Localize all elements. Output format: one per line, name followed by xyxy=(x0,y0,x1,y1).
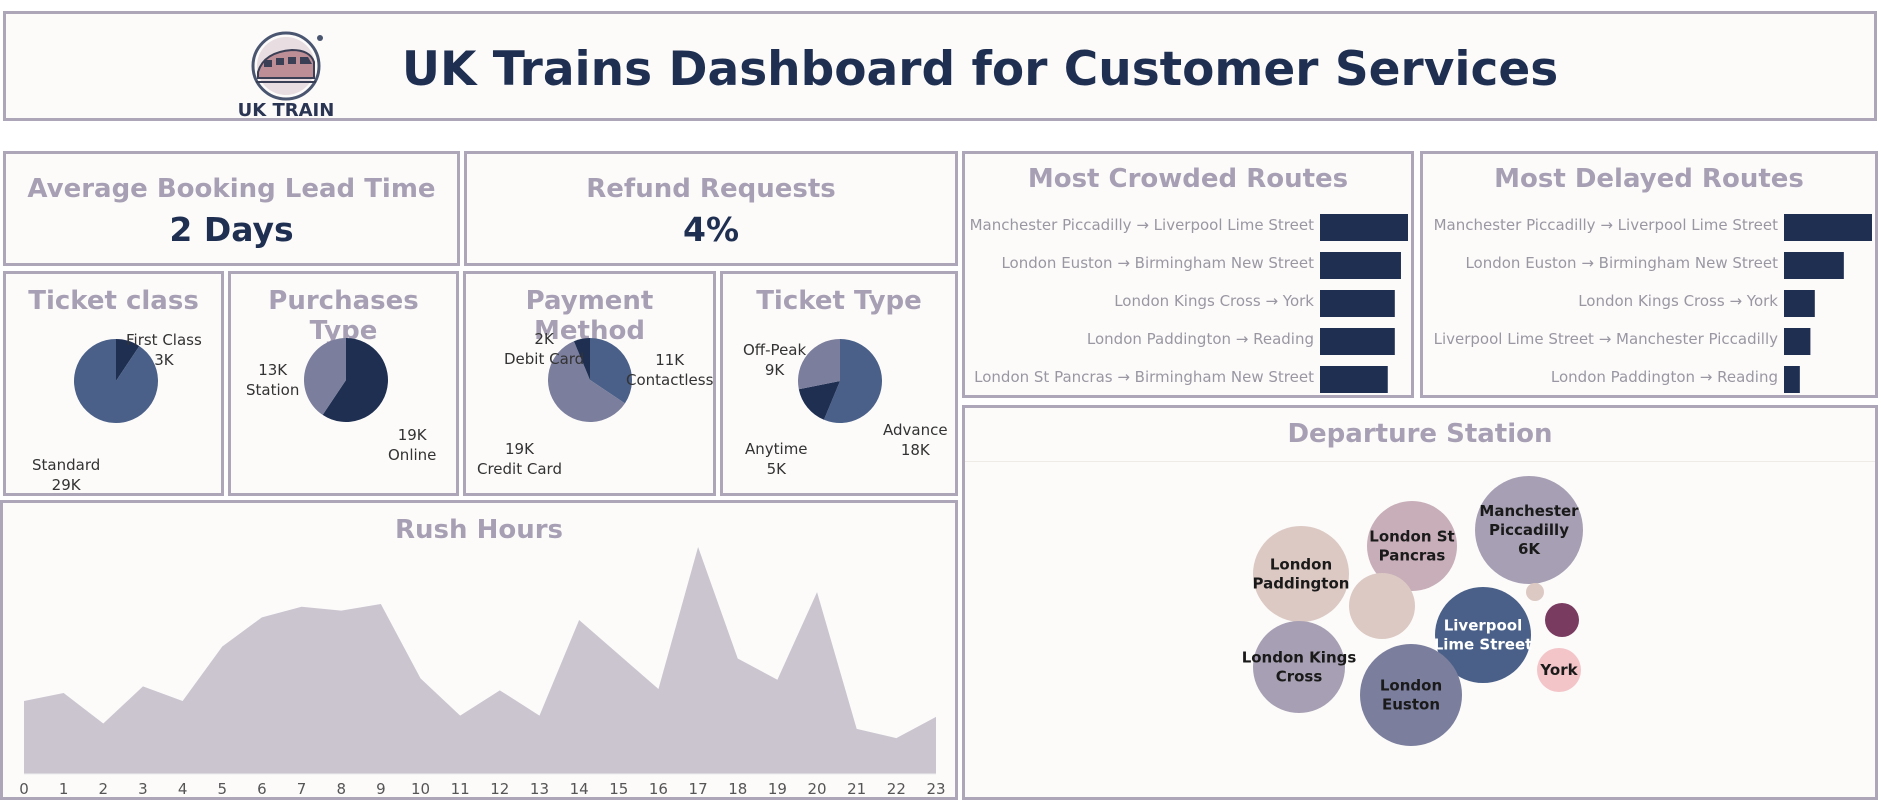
station-bubble-label: Pancras xyxy=(1379,547,1446,565)
station-bubble-label: Piccadilly xyxy=(1489,521,1569,539)
hour-tick-label: 17 xyxy=(689,780,708,797)
hour-tick-label: 23 xyxy=(926,780,945,797)
route-label: Manchester Piccadilly → Liverpool Lime S… xyxy=(1434,216,1778,234)
station-bubble-label: Euston xyxy=(1382,696,1440,714)
hour-tick-label: 9 xyxy=(376,780,386,797)
station-bubble-label: London xyxy=(1380,677,1442,695)
rush-hours-area[interactable] xyxy=(24,546,936,774)
route-label: Manchester Piccadilly → Liverpool Lime S… xyxy=(970,216,1314,234)
online-label: 19K Online xyxy=(388,426,437,464)
hour-tick-label: 6 xyxy=(257,780,267,797)
departure-station-bubbles: ManchesterPiccadilly6K London StPancras Lo… xyxy=(1242,476,1583,746)
station-bubble-label: Manchester xyxy=(1479,502,1579,520)
hour-tick-label: 18 xyxy=(728,780,747,797)
hour-tick-label: 21 xyxy=(847,780,866,797)
route-bar[interactable] xyxy=(1784,252,1844,279)
credit-card-label: 19K Credit Card xyxy=(477,440,562,478)
hour-tick-label: 4 xyxy=(178,780,188,797)
station-bubble-label: London St xyxy=(1369,528,1454,546)
station-bubble-label: 6K xyxy=(1518,540,1541,558)
purchases-type-panel: Purchases Type 13K Station 19K Online xyxy=(228,271,459,496)
hour-tick-label: 2 xyxy=(99,780,109,797)
ticket-type-panel: Ticket Type Off-Peak 9K Anytime 5K Advance… xyxy=(720,271,958,496)
contactless-label: 11K Contactless xyxy=(626,351,714,389)
header-panel: UK TRAIN UK Trains Dashboard for Custome… xyxy=(3,11,1877,121)
hour-tick-label: 16 xyxy=(649,780,668,797)
rush-hours-chart: 0 1 2 3 4 5 6 7 8 9 10 11 12 13 14 15 16 17 18 19 20 21 22 23 xyxy=(19,546,946,797)
route-bar[interactable] xyxy=(1320,366,1388,393)
kpi-lead-time-title: Average Booking Lead Time xyxy=(27,174,436,204)
payment-method-panel: Payment Method 2K Debit Card 11K Contactle… xyxy=(463,271,716,496)
kpi-lead-time-value: 2 Days xyxy=(169,210,294,249)
off-peak-label: Off-Peak 9K xyxy=(743,341,807,379)
station-bubble-label: York xyxy=(1539,661,1578,679)
station-bubble-label: Lime Street xyxy=(1434,636,1533,654)
station-label: 13K Station xyxy=(246,361,300,399)
route-label: London Paddington → Reading xyxy=(1087,330,1314,348)
kpi-refund-panel: Refund Requests 4% xyxy=(464,151,958,266)
station-bubble-label: London Kings xyxy=(1242,649,1357,667)
route-bar[interactable] xyxy=(1320,214,1408,241)
station-bubble[interactable] xyxy=(1349,573,1415,639)
advance-label: Advance 18K xyxy=(883,421,948,459)
route-bar[interactable] xyxy=(1784,290,1815,317)
delayed-routes-panel: Most Delayed Routes Manchester Piccadill… xyxy=(1420,151,1878,398)
hour-tick-label: 3 xyxy=(138,780,148,797)
hour-tick-label: 15 xyxy=(609,780,628,797)
hour-tick-label: 22 xyxy=(887,780,906,797)
crowded-routes-chart: Manchester Piccadilly → Liverpool Lime S… xyxy=(970,214,1408,393)
kpi-refund-title: Refund Requests xyxy=(586,174,836,204)
route-label: London Euston → Birmingham New Street xyxy=(1001,254,1314,272)
station-bubble-label: Cross xyxy=(1276,668,1323,686)
hour-tick-label: 7 xyxy=(297,780,307,797)
kpi-lead-time-panel: Average Booking Lead Time 2 Days xyxy=(3,151,460,266)
hour-tick-label: 14 xyxy=(570,780,589,797)
ticket-class-panel: Ticket class First Class 3K Standard 29K xyxy=(3,271,224,496)
route-bar[interactable] xyxy=(1320,328,1395,355)
hour-tick-label: 5 xyxy=(217,780,227,797)
first-class-label: First Class 3K xyxy=(126,331,202,369)
page-title: UK Trains Dashboard for Customer Service… xyxy=(401,42,1559,97)
hour-tick-label: 0 xyxy=(19,780,29,797)
route-bar[interactable] xyxy=(1784,328,1811,355)
departure-station-panel: Departure Station Manchester Piccadilly 6K… xyxy=(962,405,1878,800)
logo-text: UK TRAIN xyxy=(238,100,335,120)
route-label: London Kings Cross → York xyxy=(1114,292,1314,310)
anytime-label: Anytime 5K xyxy=(745,440,808,478)
crowded-routes-panel: Most Crowded Routes Manchester Piccadill… xyxy=(962,151,1414,398)
hour-tick-label: 20 xyxy=(807,780,826,797)
hour-tick-label: 11 xyxy=(451,780,470,797)
hour-tick-label: 1 xyxy=(59,780,69,797)
route-bar[interactable] xyxy=(1320,290,1395,317)
route-bar[interactable] xyxy=(1784,214,1872,241)
station-bubble[interactable] xyxy=(1545,603,1579,637)
hour-tick-label: 10 xyxy=(411,780,430,797)
rush-hours-panel: Rush Hours 0 1 2 3 4 5 6 7 8 9 10 11 12 13 14 15 16 17 18 1… xyxy=(0,500,958,800)
route-label: London St Pancras → Birmingham New Stree… xyxy=(974,368,1314,386)
delayed-routes-chart: Manchester Piccadilly → Liverpool Lime S… xyxy=(1434,214,1872,393)
hour-tick-label: 8 xyxy=(336,780,346,797)
hour-tick-label: 13 xyxy=(530,780,549,797)
standard-label: Standard 29K xyxy=(32,456,101,494)
station-bubble[interactable] xyxy=(1526,583,1544,601)
hour-tick-label: 19 xyxy=(768,780,787,797)
station-bubble-label: Paddington xyxy=(1253,575,1350,593)
uk-train-logo: UK TRAIN xyxy=(238,31,335,120)
route-bar[interactable] xyxy=(1320,252,1401,279)
route-label: Liverpool Lime Street → Manchester Picca… xyxy=(1434,330,1779,348)
hour-tick-label: 12 xyxy=(490,780,509,797)
station-bubble-label: London xyxy=(1270,556,1332,574)
station-bubble-label: Liverpool xyxy=(1444,617,1523,635)
kpi-refund-value: 4% xyxy=(682,210,740,249)
route-label: London Kings Cross → York xyxy=(1578,292,1778,310)
route-label: London Paddington → Reading xyxy=(1551,368,1778,386)
debit-card-label: 2K Debit Card xyxy=(504,330,585,368)
route-bar[interactable] xyxy=(1784,366,1800,393)
route-label: London Euston → Birmingham New Street xyxy=(1465,254,1778,272)
